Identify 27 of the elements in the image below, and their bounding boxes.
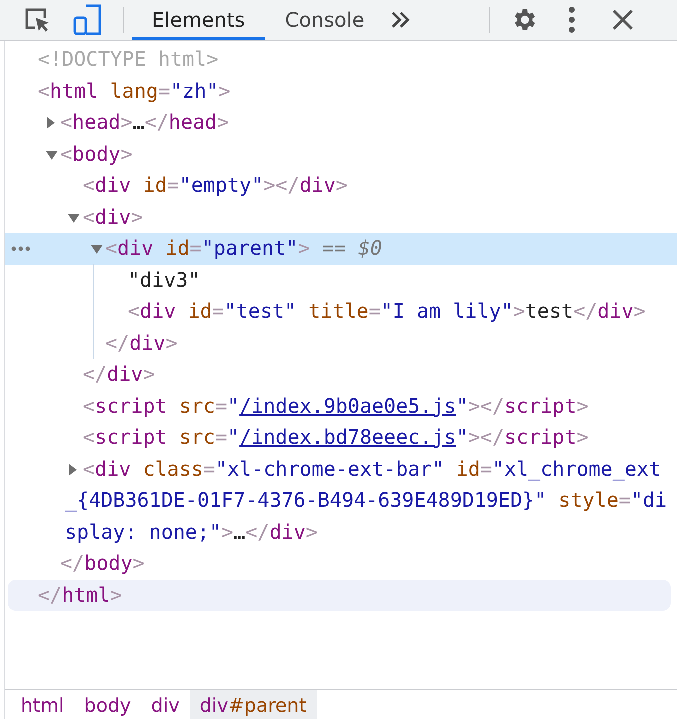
dom-node-line[interactable]: <div id="empty"></div> <box>65 170 670 202</box>
dom-node-line[interactable]: <div id="test" title="I am lily">test</div> <box>110 296 677 328</box>
panel-tab[interactable]: Console <box>265 0 385 40</box>
file-link[interactable]: /index.9b0ae0e5.js <box>240 394 456 418</box>
close-icon[interactable] <box>612 9 634 31</box>
dom-node-line[interactable]: <body> <box>42 138 647 170</box>
dom-node-line[interactable]: <div class="xl-chrome-ext-bar" id="xl_chrome_ext_{4DB361DE-01F7-4376-B494-639E489D19ED}" style="display: none;">…</div> <box>65 454 670 548</box>
breadcrumb[interactable]: html <box>11 690 74 719</box>
file-link[interactable]: /index.bd78eeec.js <box>240 425 456 449</box>
breadcrumb[interactable]: body <box>74 690 142 719</box>
more-options-icon[interactable] <box>11 246 31 252</box>
breadcrumb[interactable]: div#parent <box>190 690 317 719</box>
more-menu-icon[interactable] <box>568 7 576 33</box>
dom-node-line[interactable]: </body> <box>42 548 647 580</box>
dom-node-line[interactable]: <script src="/index.bd78eeec.js"></script> <box>65 422 670 454</box>
dom-node-line[interactable]: <div> <box>65 202 670 233</box>
dom-node-line[interactable]: <html lang="zh"> <box>20 76 624 107</box>
dom-node-line[interactable]: "div3" <box>110 264 677 296</box>
device-toolbar-icon[interactable] <box>73 4 103 36</box>
more-tabs-icon[interactable] <box>390 11 411 29</box>
panel-tab[interactable]: Elements <box>132 0 266 40</box>
dom-node-line[interactable]: <head>…</head> <box>42 107 647 138</box>
expanded-triangle-icon[interactable] <box>65 212 83 224</box>
dom-node-line[interactable]: </div> <box>65 359 670 390</box>
dom-node-line[interactable]: <script src="/index.9b0ae0e5.js"></script> <box>65 390 670 422</box>
breadcrumb[interactable]: div <box>141 690 190 719</box>
dom-node-line[interactable]: </div> <box>88 328 677 359</box>
